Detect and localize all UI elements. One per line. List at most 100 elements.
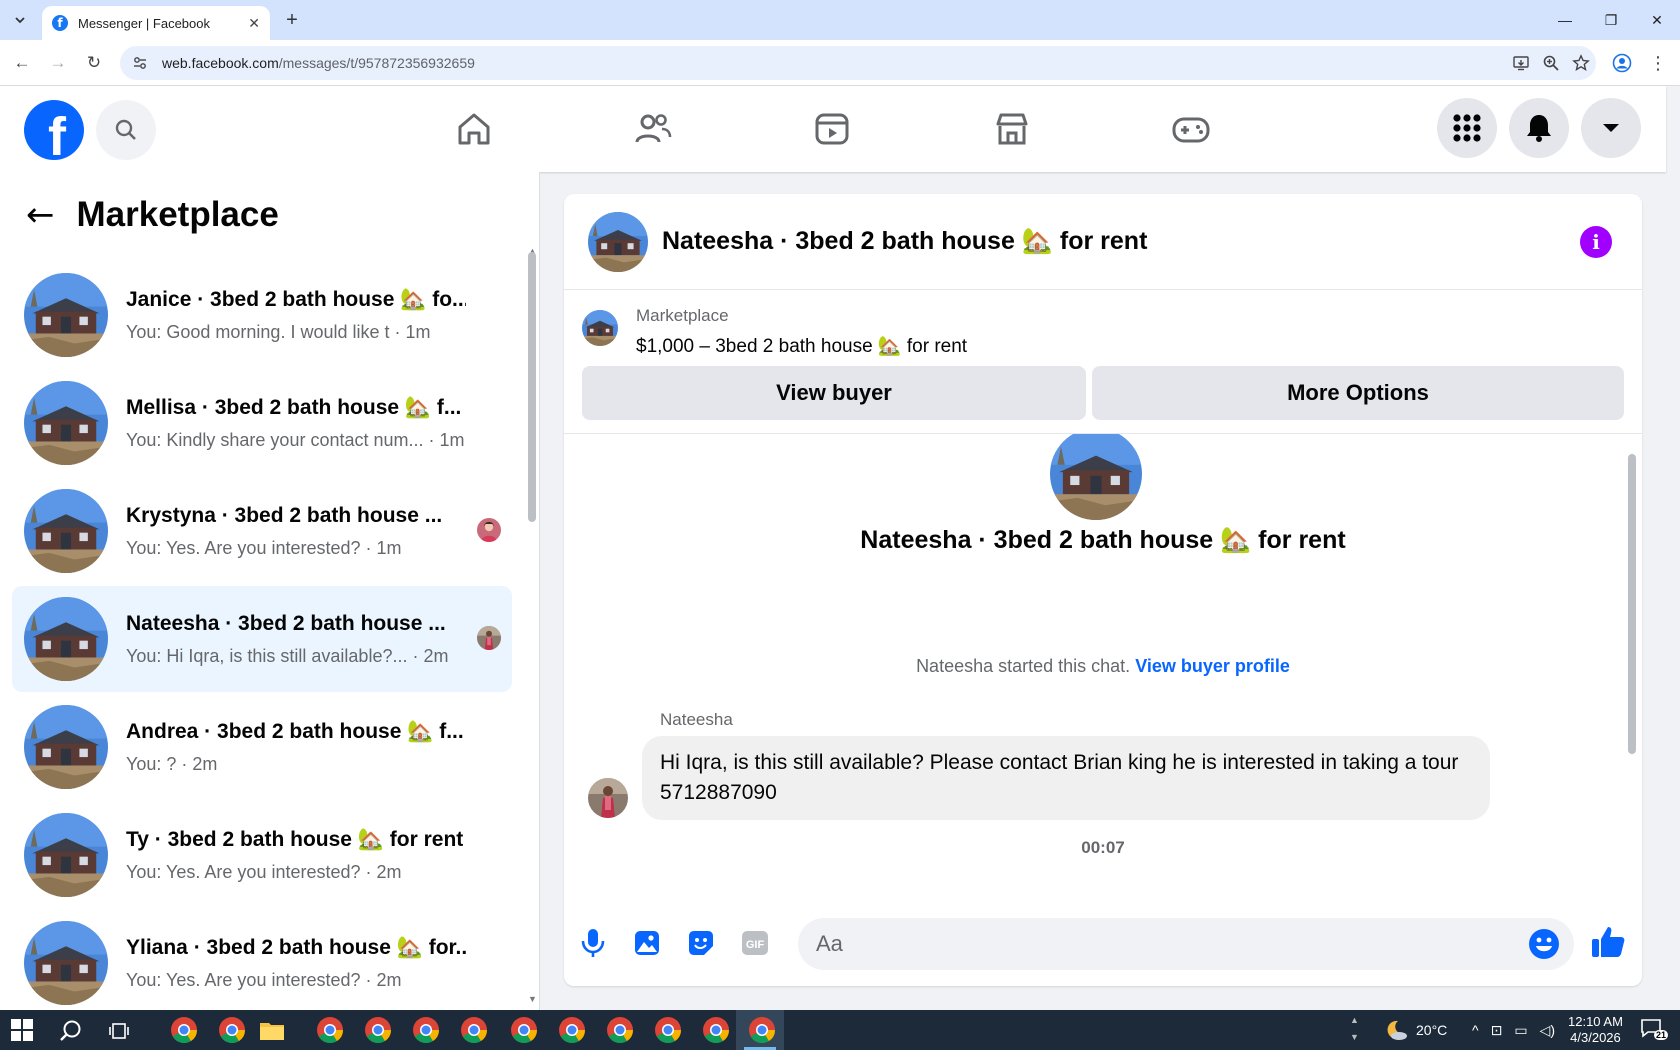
chat-title[interactable]: Nateesha · 3bed 2 bath house 🏡 for rent bbox=[662, 227, 1147, 256]
more-options-button[interactable]: More Options bbox=[1092, 366, 1624, 420]
meet-now-icon[interactable]: ⊡ bbox=[1491, 1022, 1503, 1039]
view-buyer-profile-link[interactable]: View buyer profile bbox=[1135, 656, 1290, 676]
bookmark-star-icon[interactable] bbox=[1566, 48, 1596, 78]
chrome-icon[interactable] bbox=[316, 1016, 344, 1044]
conversation-text: Andrea · 3bed 2 bath house 🏡 f... You: ? … bbox=[126, 720, 466, 775]
facebook-logo[interactable]: f bbox=[24, 100, 84, 160]
chrome-icon[interactable] bbox=[460, 1016, 488, 1044]
thumbs-up-icon[interactable] bbox=[1588, 922, 1628, 962]
conversation-snippet: You: Yes. Are you interested? · 2m bbox=[126, 969, 402, 990]
volume-icon[interactable]: ◁) bbox=[1540, 1022, 1555, 1039]
gaming-icon[interactable] bbox=[1166, 104, 1216, 154]
conversation-text: Ty · 3bed 2 bath house 🏡 for rent You: Ye… bbox=[126, 828, 466, 883]
file-explorer-icon[interactable] bbox=[258, 1016, 286, 1044]
chrome-icon[interactable] bbox=[218, 1016, 246, 1044]
conversation-item[interactable]: Nateesha · 3bed 2 bath house ... You: Hi … bbox=[12, 586, 512, 692]
install-app-icon[interactable] bbox=[1506, 48, 1536, 78]
sidebar-title: Marketplace bbox=[76, 195, 279, 234]
listing-price-title[interactable]: $1,000 – 3bed 2 bath house 🏡 for rent bbox=[636, 334, 967, 358]
conversation-avatar bbox=[24, 381, 108, 465]
friends-icon[interactable] bbox=[628, 104, 678, 154]
chrome-icon[interactable] bbox=[364, 1016, 392, 1044]
info-icon[interactable]: i bbox=[1580, 226, 1612, 258]
chrome-icon[interactable] bbox=[654, 1016, 682, 1044]
windows-start-icon[interactable] bbox=[10, 1018, 34, 1042]
conversation-snippet: You: Hi Iqra, is this still available?..… bbox=[126, 645, 449, 666]
site-settings-icon[interactable] bbox=[132, 55, 148, 71]
conversation-text: Krystyna · 3bed 2 bath house ... You: Yes… bbox=[126, 504, 466, 559]
conversation-item[interactable]: Yliana · 3bed 2 bath house 🏡 for... You: … bbox=[12, 910, 512, 1016]
restore-icon[interactable]: ❐ bbox=[1588, 0, 1634, 40]
address-bar[interactable]: web.facebook.com/messages/t/957872356932… bbox=[120, 46, 1596, 80]
url-domain: web.facebook.com bbox=[162, 55, 279, 71]
chrome-icon[interactable] bbox=[510, 1016, 538, 1044]
gif-icon[interactable]: GIF bbox=[738, 926, 772, 960]
menu-grid-icon bbox=[1453, 114, 1481, 142]
conversation-item[interactable]: Krystyna · 3bed 2 bath house ... You: Yes… bbox=[12, 478, 512, 584]
sender-avatar[interactable] bbox=[588, 778, 628, 818]
notification-center-icon[interactable]: 21 bbox=[1640, 1018, 1670, 1044]
chrome-icon[interactable] bbox=[412, 1016, 440, 1044]
menu-grid-button[interactable] bbox=[1437, 98, 1497, 158]
message-bubble[interactable]: Hi Iqra, is this still available? Please… bbox=[642, 736, 1490, 820]
back-icon[interactable]: ← bbox=[10, 51, 34, 75]
minimize-icon[interactable]: — bbox=[1542, 0, 1588, 40]
marketplace-icon[interactable] bbox=[987, 104, 1037, 154]
chat-panel: Nateesha · 3bed 2 bath house 🏡 for rent … bbox=[564, 194, 1642, 986]
conversation-item[interactable]: Ty · 3bed 2 bath house 🏡 for rent You: Ye… bbox=[12, 802, 512, 908]
forward-icon[interactable]: → bbox=[46, 51, 70, 75]
chat-scrollbar[interactable] bbox=[1628, 454, 1636, 754]
back-arrow-icon[interactable]: ← bbox=[26, 195, 55, 235]
scroll-down-icon[interactable]: ▼ bbox=[528, 994, 537, 1004]
zoom-icon[interactable] bbox=[1536, 48, 1566, 78]
notifications-button[interactable] bbox=[1509, 98, 1569, 158]
facebook-top-nav: f bbox=[0, 86, 1666, 172]
home-icon[interactable] bbox=[449, 104, 499, 154]
conversation-name: Nateesha · 3bed 2 bath house ... bbox=[126, 611, 446, 635]
conversation-item[interactable]: Mellisa · 3bed 2 bath house 🏡 f... You: K… bbox=[12, 370, 512, 476]
browser-menu-icon[interactable]: ⋮ bbox=[1646, 51, 1670, 75]
new-tab-button[interactable]: + bbox=[280, 8, 304, 32]
conversation-item[interactable]: Andrea · 3bed 2 bath house 🏡 f... You: ? … bbox=[12, 694, 512, 800]
seen-avatar bbox=[477, 626, 501, 650]
tab-close-icon[interactable]: ✕ bbox=[248, 15, 260, 32]
microphone-icon[interactable] bbox=[576, 926, 610, 960]
weather-temp: 20°C bbox=[1416, 1022, 1448, 1038]
chrome-icon[interactable] bbox=[170, 1016, 198, 1044]
profile-icon[interactable] bbox=[1610, 51, 1634, 75]
taskbar-clock[interactable]: 12:10 AM 4/3/2026 bbox=[1568, 1014, 1623, 1046]
task-view-icon[interactable] bbox=[108, 1020, 130, 1042]
tab-search-chevron-icon[interactable] bbox=[8, 8, 32, 32]
search-button[interactable] bbox=[96, 100, 156, 160]
taskbar-search-icon[interactable] bbox=[58, 1018, 84, 1044]
window-close-icon[interactable]: ✕ bbox=[1634, 0, 1680, 40]
network-icon[interactable]: ▭ bbox=[1514, 1022, 1527, 1039]
reload-icon[interactable]: ↻ bbox=[82, 51, 106, 75]
chrome-icon[interactable] bbox=[748, 1016, 776, 1044]
conversation-name: Ty · 3bed 2 bath house 🏡 for rent bbox=[126, 827, 464, 851]
conversation-snippet: You: Good morning. I would like t · 1m bbox=[126, 321, 431, 342]
emoji-icon[interactable] bbox=[1528, 928, 1560, 960]
conversation-item[interactable]: Janice · 3bed 2 bath house 🏡 fo... You: G… bbox=[12, 262, 512, 368]
listing-thumbnail[interactable] bbox=[582, 310, 618, 346]
view-buyer-button[interactable]: View buyer bbox=[582, 366, 1086, 420]
taskbar-scroll-icon[interactable]: ▲ ▼ bbox=[1350, 1012, 1359, 1046]
conversation-snippet: You: Yes. Are you interested? · 2m bbox=[126, 861, 402, 882]
caret-down-icon bbox=[1603, 124, 1619, 132]
chrome-icon[interactable] bbox=[702, 1016, 730, 1044]
chrome-icon[interactable] bbox=[606, 1016, 634, 1044]
sidebar-scrollbar[interactable] bbox=[528, 252, 536, 522]
started-text: Nateesha started this chat. bbox=[916, 656, 1131, 676]
conversation-name: Janice · 3bed 2 bath house 🏡 fo... bbox=[126, 287, 466, 311]
sticker-icon[interactable] bbox=[684, 926, 718, 960]
chrome-icon[interactable] bbox=[558, 1016, 586, 1044]
conversation-snippet: You: Kindly share your contact num... · … bbox=[126, 429, 465, 450]
account-button[interactable] bbox=[1581, 98, 1641, 158]
watch-icon[interactable] bbox=[807, 104, 857, 154]
browser-tab[interactable]: f Messenger | Facebook ✕ bbox=[42, 6, 270, 40]
chat-avatar[interactable] bbox=[588, 212, 648, 272]
tray-expand-icon[interactable]: ^ bbox=[1472, 1022, 1479, 1038]
weather-widget[interactable]: 20°C bbox=[1384, 1010, 1447, 1050]
photo-icon[interactable] bbox=[630, 926, 664, 960]
message-input[interactable]: Aa bbox=[798, 918, 1574, 970]
